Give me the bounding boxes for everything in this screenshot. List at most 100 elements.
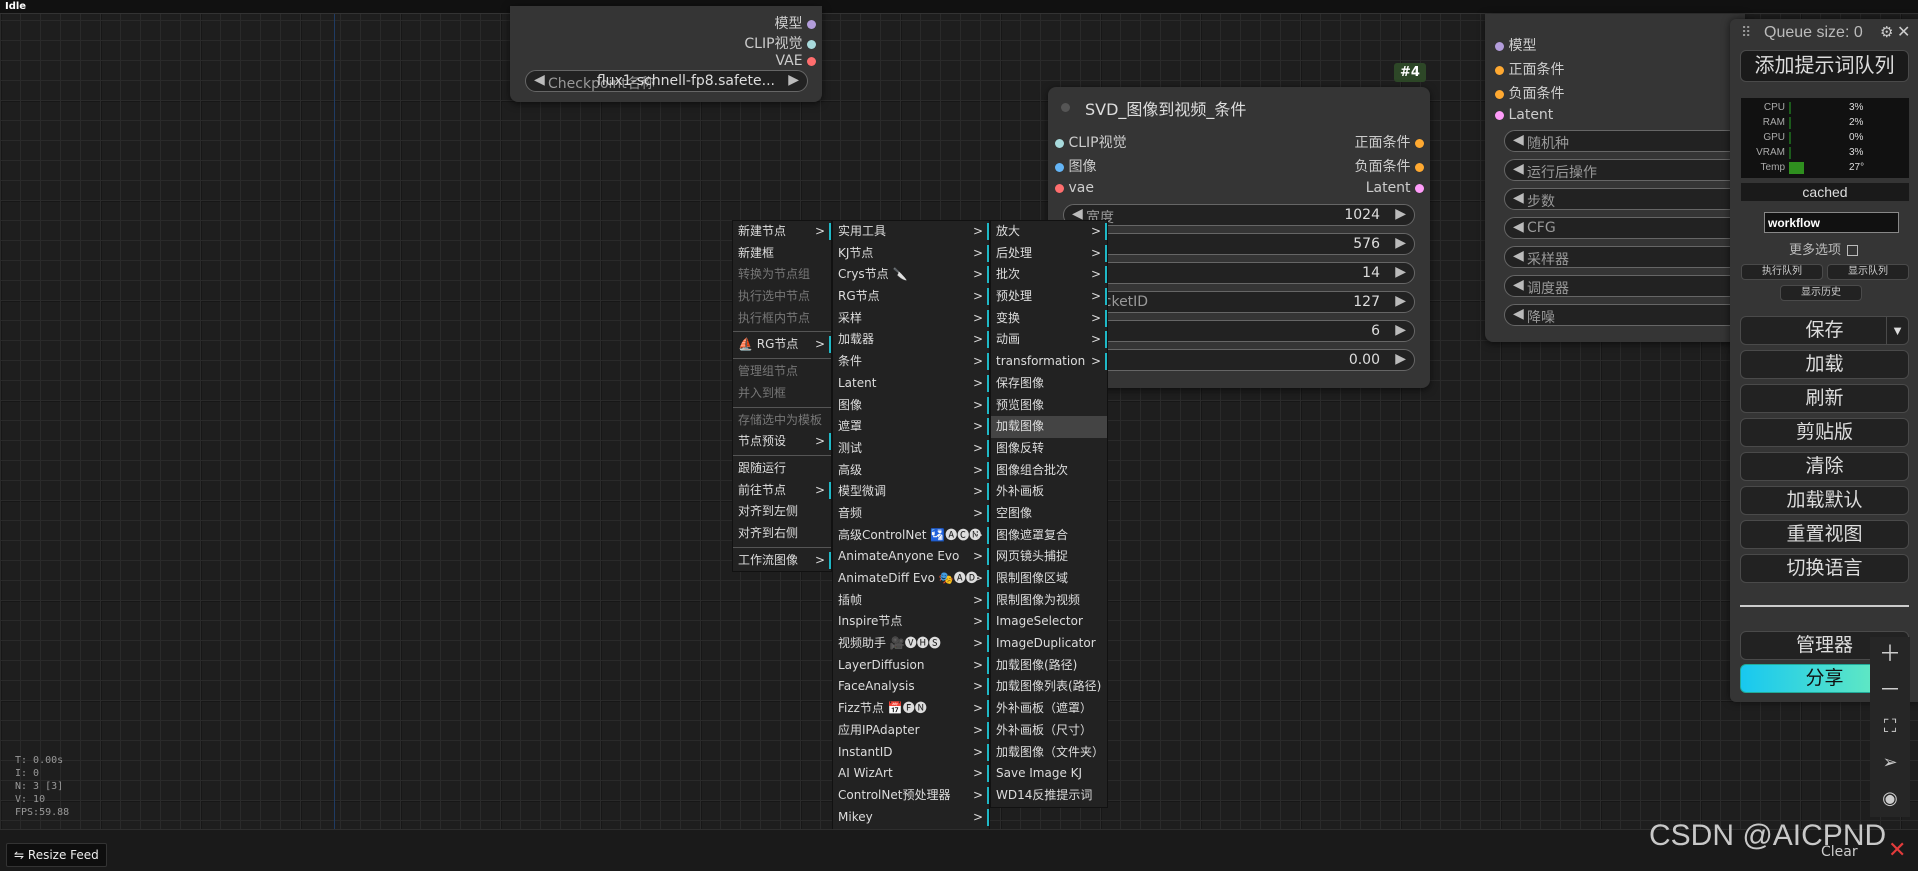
output-clip-vision[interactable]: CLIP视觉 xyxy=(744,33,816,53)
menu-category-item[interactable]: 模型微调 > xyxy=(833,481,989,503)
menu-item[interactable]: 新建节点 > xyxy=(733,221,831,243)
menu-item[interactable]: 放大 > xyxy=(991,221,1107,243)
menu-category-item[interactable]: AI WizArt > xyxy=(833,763,989,785)
more-options-checkbox[interactable] xyxy=(1846,245,1858,257)
menu-category-item[interactable]: Mikey > xyxy=(833,807,989,829)
menu-item[interactable]: 外补画板（尺寸） xyxy=(991,720,1107,742)
input-latent[interactable]: Latent xyxy=(1495,107,1553,123)
sampler-widget-steps[interactable]: ◀ 步数 xyxy=(1504,188,1744,210)
save-button[interactable]: 保存 ▼ xyxy=(1740,316,1909,345)
output-latent[interactable]: Latent xyxy=(1366,180,1424,196)
menu-item[interactable]: 图像遮罩复合 xyxy=(991,525,1107,547)
menu-category-item[interactable]: RG节点 > xyxy=(833,286,989,308)
output-vae[interactable]: VAE xyxy=(775,53,816,69)
exec-queue-button[interactable]: 执行队列 xyxy=(1741,264,1823,280)
input-model[interactable]: 模型 xyxy=(1495,35,1536,55)
menu-item[interactable]: 后处理 > xyxy=(991,243,1107,265)
menu-category-item[interactable]: KJ节点 > xyxy=(833,243,989,265)
input-negative[interactable]: 负面条件 xyxy=(1495,83,1564,103)
svd-widget-motion-bucket[interactable]: ◀bucketID 127▶ xyxy=(1063,291,1415,313)
sampler-widget-sampler[interactable]: ◀ 采样器 xyxy=(1504,246,1744,268)
menu-item[interactable]: 外补画板（遮罩） xyxy=(991,698,1107,720)
menu-item[interactable]: 图像反转 xyxy=(991,438,1107,460)
refresh-button[interactable]: 刷新 xyxy=(1740,384,1909,413)
menu-category-item[interactable]: 采样 > xyxy=(833,308,989,330)
switch-language-button[interactable]: 切换语言 xyxy=(1740,554,1909,583)
svd-widget-fps[interactable]: ◀率 6▶ xyxy=(1063,320,1415,342)
menu-item[interactable]: 空图像 xyxy=(991,503,1107,525)
menu-item[interactable]: Save Image KJ xyxy=(991,763,1107,785)
increment-arrow-icon[interactable]: ▶ xyxy=(788,72,799,88)
menu-category-item[interactable]: FaceAnalysis > xyxy=(833,676,989,698)
menu-item[interactable]: 限制图像区域 xyxy=(991,568,1107,590)
menu-item[interactable]: 对齐到左侧 xyxy=(733,501,831,523)
sampler-widget-scheduler[interactable]: ◀ 调度器 xyxy=(1504,275,1744,297)
output-negative[interactable]: 负面条件 xyxy=(1355,156,1424,176)
menu-category-item[interactable]: Crys节点 🔪 > xyxy=(833,264,989,286)
menu-category-item[interactable]: 高级ControlNet 🛂🅐🅒🅝 > xyxy=(833,525,989,547)
gear-icon[interactable]: ⚙ xyxy=(1880,23,1893,41)
workflow-name-input[interactable] xyxy=(1764,212,1899,233)
svd-widget-height[interactable]: ◀度 576▶ xyxy=(1063,233,1415,255)
menu-category-item[interactable]: Inspire节点 > xyxy=(833,611,989,633)
menu-item[interactable]: 前往节点 > xyxy=(733,480,831,502)
menu-category-item[interactable]: 插帧 > xyxy=(833,590,989,612)
load-button[interactable]: 加载 xyxy=(1740,350,1909,379)
svd-widget-frames[interactable]: ◀数 14▶ xyxy=(1063,262,1415,284)
clear-button[interactable]: 清除 xyxy=(1740,452,1909,481)
menu-item[interactable]: 批次 > xyxy=(991,264,1107,286)
menu-item[interactable]: 节点预设 > xyxy=(733,431,831,453)
svd-widget-augmentation[interactable]: ◀强 0.00▶ xyxy=(1063,349,1415,371)
menu-item[interactable]: 对齐到右侧 xyxy=(733,523,831,545)
menu-item[interactable]: 工作流图像 > xyxy=(733,550,831,572)
menu-category-item[interactable]: AnimateDiff Evo 🎭🅐🅓 > xyxy=(833,568,989,590)
menu-category-item[interactable]: Latent > xyxy=(833,373,989,395)
menu-category-item[interactable]: InstantID > xyxy=(833,742,989,764)
menu-category-item[interactable]: 加载器 > xyxy=(833,329,989,351)
menu-item[interactable]: 加载图像(路径) xyxy=(991,655,1107,677)
menu-category-item[interactable]: 高级 > xyxy=(833,460,989,482)
menu-item[interactable]: 保存图像 xyxy=(991,373,1107,395)
zoom-in-icon[interactable]: ＋ xyxy=(1870,637,1910,673)
input-positive[interactable]: 正面条件 xyxy=(1495,59,1564,79)
load-default-button[interactable]: 加载默认 xyxy=(1740,486,1909,515)
add-prompt-button[interactable]: 添加提示词队列 xyxy=(1740,50,1909,82)
visibility-eye-icon[interactable]: ◉ xyxy=(1870,781,1910,817)
reset-view-button[interactable]: 重置视图 xyxy=(1740,520,1909,549)
menu-item[interactable]: ImageDuplicator xyxy=(991,633,1107,655)
menu-category-item[interactable]: 实用工具 > xyxy=(833,221,989,243)
checkpoint-name-widget[interactable]: ◀ Checkpoint名称 flux1-schnell-fp8.safete.… xyxy=(525,70,808,92)
save-dropdown-icon[interactable]: ▼ xyxy=(1886,317,1908,344)
clipspace-button[interactable]: 剪贴版 xyxy=(1740,418,1909,447)
menu-item[interactable]: 加载图像（文件夹） xyxy=(991,742,1107,764)
sampler-widget-seed[interactable]: ◀ 随机种 xyxy=(1504,130,1744,152)
menu-category-item[interactable]: 遮罩 > xyxy=(833,416,989,438)
menu-item[interactable]: 跟随运行 xyxy=(733,458,831,480)
more-options-label[interactable]: 更多选项 xyxy=(1789,239,1858,258)
drag-handle-icon[interactable]: ⠿ xyxy=(1741,24,1751,41)
sampler-node[interactable]: 模型 正面条件 负面条件 Latent ◀ 随机种 ◀ 运行后操作 ◀ 步数 ◀ CFG… xyxy=(1485,14,1745,342)
send-icon[interactable]: ➢ xyxy=(1870,745,1910,781)
menu-category-item[interactable]: 图像 > xyxy=(833,395,989,417)
collapse-toggle-icon[interactable] xyxy=(1061,103,1070,112)
fit-view-icon[interactable]: ⛶ xyxy=(1870,709,1910,745)
output-model[interactable]: 模型 xyxy=(775,13,816,33)
menu-category-item[interactable]: LayerDiffusion > xyxy=(833,655,989,677)
menu-category-item[interactable]: AnimateAnyone Evo > xyxy=(833,546,989,568)
close-icon[interactable]: ✕ xyxy=(1897,22,1910,42)
menu-item[interactable]: 图像组合批次 xyxy=(991,460,1107,482)
sampler-widget-control[interactable]: ◀ 运行后操作 xyxy=(1504,159,1744,181)
menu-item[interactable]: 动画 > xyxy=(991,329,1107,351)
menu-item[interactable]: ⛵ RG节点 > xyxy=(733,334,831,356)
input-vae[interactable]: vae xyxy=(1055,180,1094,196)
show-history-button[interactable]: 显示历史 xyxy=(1780,285,1862,301)
sampler-widget-denoise[interactable]: ◀ 降噪 xyxy=(1504,304,1744,326)
svd-widget-width[interactable]: ◀ 宽度 1024 ▶ xyxy=(1063,204,1415,226)
menu-category-item[interactable]: 条件 > xyxy=(833,351,989,373)
menu-category-item[interactable]: 测试 > xyxy=(833,438,989,460)
show-queue-button[interactable]: 显示队列 xyxy=(1827,264,1909,280)
input-image[interactable]: 图像 xyxy=(1055,156,1096,176)
zoom-out-icon[interactable]: － xyxy=(1870,673,1910,709)
menu-category-item[interactable]: 视频助手 🎥🅥🅗🅢 > xyxy=(833,633,989,655)
menu-item[interactable]: 预处理 > xyxy=(991,286,1107,308)
